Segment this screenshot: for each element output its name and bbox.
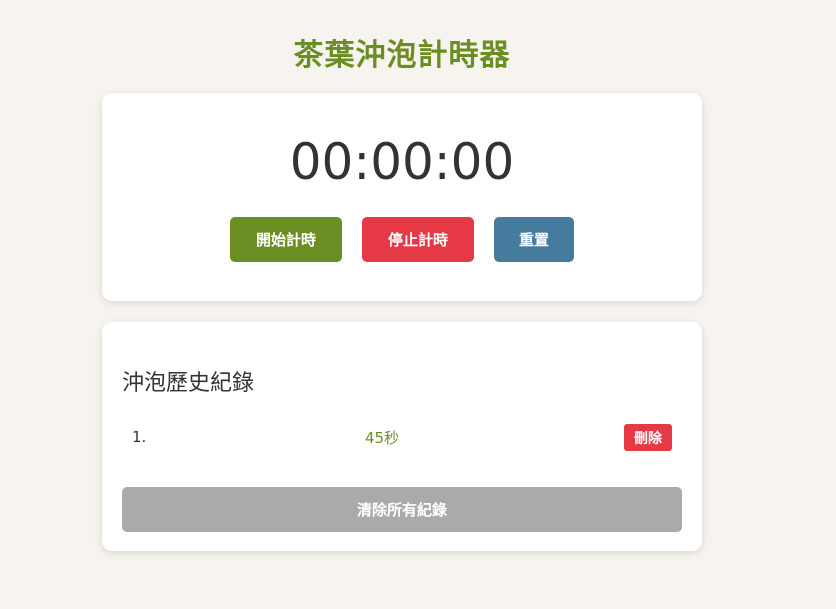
page-title: 茶葉沖泡計時器 bbox=[293, 38, 511, 73]
history-card: 沖泡歷史紀錄 1. 45秒 刪除 清除所有紀錄 bbox=[102, 322, 702, 551]
start-timer-button[interactable]: 開始計時 bbox=[230, 217, 342, 262]
record-duration: 45秒 bbox=[364, 429, 400, 447]
delete-record-button[interactable]: 刪除 bbox=[624, 424, 672, 451]
timer-card: 00:00:00 開始計時 停止計時 重置 bbox=[102, 93, 702, 301]
reset-button[interactable]: 重置 bbox=[494, 217, 574, 262]
stop-timer-button[interactable]: 停止計時 bbox=[362, 217, 474, 262]
history-record-row: 1. 45秒 刪除 bbox=[122, 424, 682, 454]
clear-all-records-button[interactable]: 清除所有紀錄 bbox=[122, 487, 682, 532]
timer-display: 00:00:00 bbox=[289, 133, 515, 191]
history-title: 沖泡歷史紀錄 bbox=[122, 371, 255, 396]
